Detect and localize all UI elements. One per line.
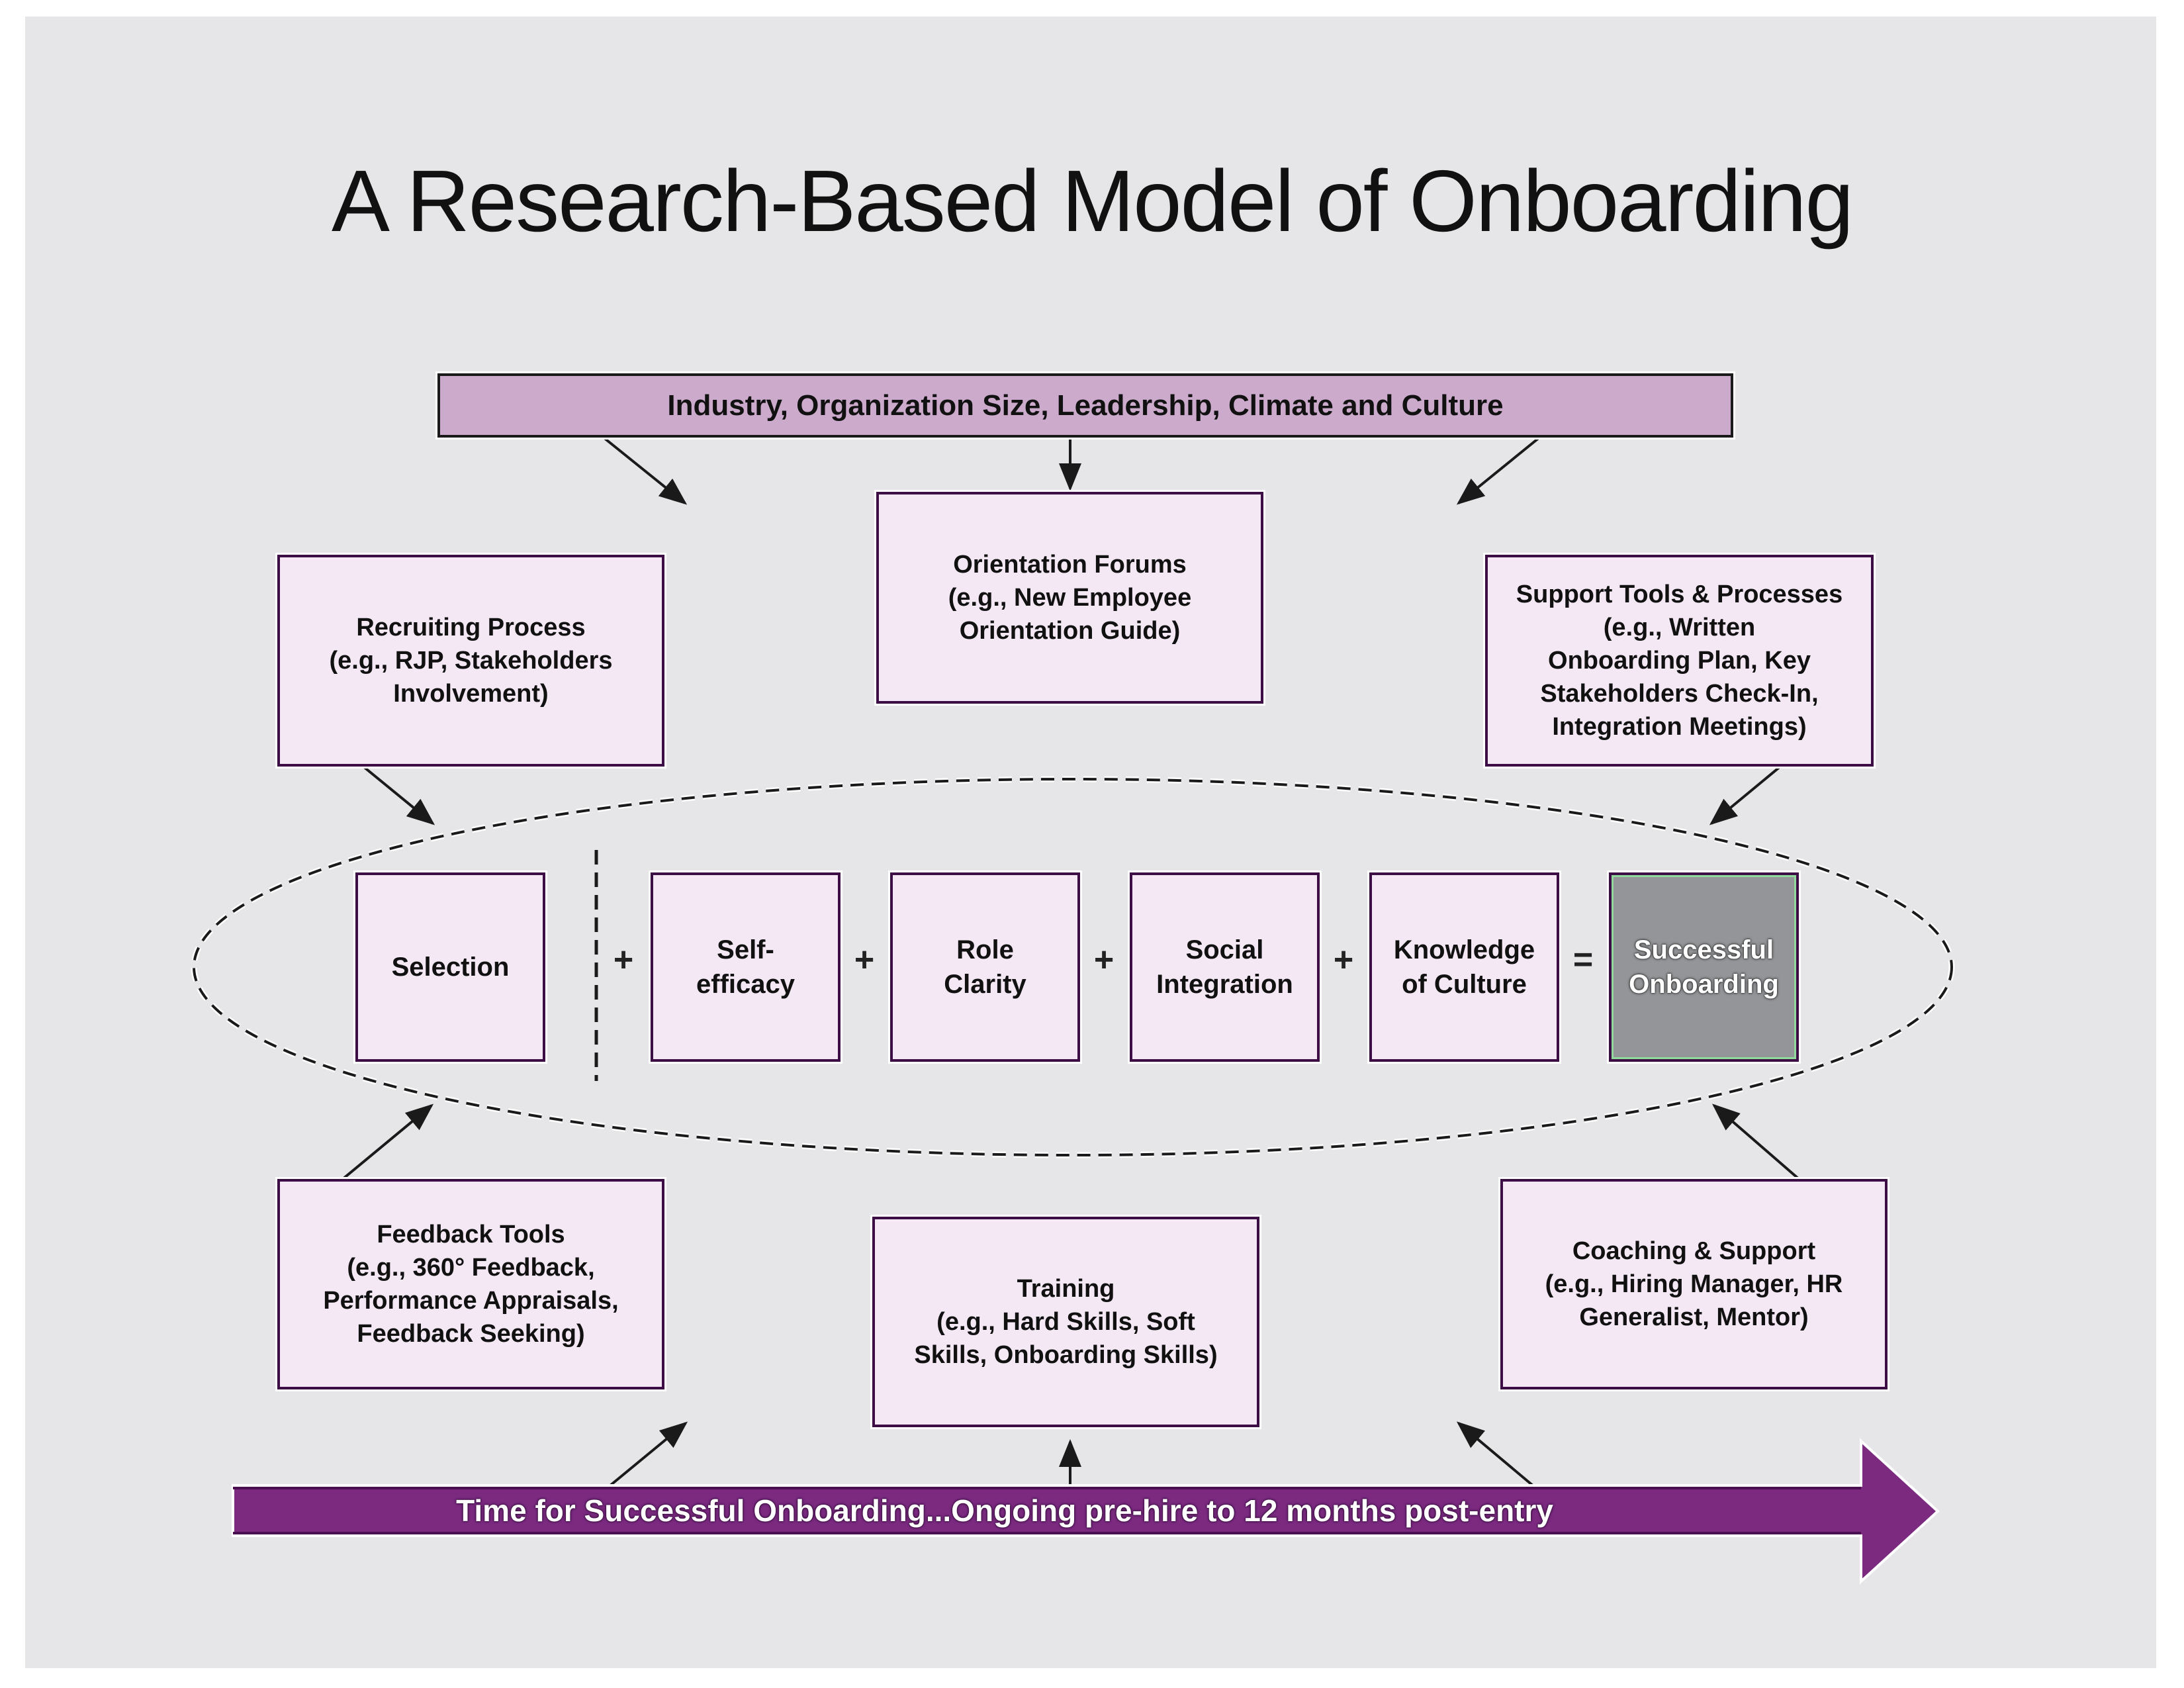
social-integration-box: Social Integration — [1128, 870, 1322, 1064]
successful-onboarding-box: Successful Onboarding — [1607, 870, 1801, 1064]
plus-sign: + — [613, 941, 634, 979]
context-banner: Industry, Organization Size, Leadership,… — [435, 371, 1735, 440]
knowledge-of-culture-label: Knowledge of Culture — [1393, 935, 1535, 999]
coaching-support-label: Coaching & Support (e.g., Hiring Manager… — [1545, 1237, 1843, 1331]
selection-label: Selection — [391, 953, 510, 982]
arrow-timeline-left — [609, 1421, 688, 1487]
timeline-label-wrap: Time for Successful Onboarding...Ongoing… — [233, 1485, 1553, 1536]
arrow-support — [1709, 765, 1782, 825]
role-clarity-box: Role Clarity — [888, 870, 1082, 1064]
arrow-feedback — [341, 1103, 434, 1180]
successful-onboarding-label: Successful Onboarding — [1629, 935, 1779, 999]
knowledge-of-culture-box: Knowledge of Culture — [1367, 870, 1561, 1064]
recruiting-process-label: Recruiting Process (e.g., RJP, Stakehold… — [329, 614, 613, 708]
social-integration-label: Social Integration — [1156, 935, 1293, 999]
support-tools-box: Support Tools & Processes (e.g., Written… — [1483, 553, 1876, 769]
coaching-support-box: Coaching & Support (e.g., Hiring Manager… — [1498, 1177, 1889, 1391]
role-clarity-label: Role Clarity — [944, 935, 1026, 999]
timeline-label: Time for Successful Onboarding...Ongoing… — [456, 1493, 1553, 1528]
equals-sign: = — [1572, 941, 1594, 979]
arrow-timeline-right — [1456, 1421, 1534, 1487]
orientation-forums-box: Orientation Forums (e.g., New Employee O… — [874, 490, 1265, 706]
training-box: Training (e.g., Hard Skills, Soft Skills… — [870, 1215, 1261, 1429]
self-efficacy-label: Self- efficacy — [696, 935, 795, 999]
orientation-forums-label: Orientation Forums (e.g., New Employee O… — [948, 551, 1192, 645]
plus-sign: + — [1333, 941, 1354, 979]
selection-box: Selection — [353, 870, 547, 1064]
self-efficacy-box: Self- efficacy — [649, 870, 842, 1064]
context-banner-label: Industry, Organization Size, Leadership,… — [667, 389, 1504, 422]
support-tools-label: Support Tools & Processes (e.g., Written… — [1516, 581, 1843, 741]
feedback-tools-label: Feedback Tools (e.g., 360° Feedback, Per… — [323, 1221, 619, 1348]
plus-sign: + — [854, 941, 875, 979]
plus-sign: + — [1093, 941, 1115, 979]
connectors-layer — [191, 436, 1955, 1585]
feedback-tools-box: Feedback Tools (e.g., 360° Feedback, Per… — [275, 1177, 666, 1391]
arrow-coaching — [1711, 1103, 1800, 1180]
arrow-recruiting — [362, 765, 435, 825]
recruiting-process-box: Recruiting Process (e.g., RJP, Stakehold… — [275, 553, 666, 769]
arrow-banner-right — [1456, 436, 1541, 505]
arrow-banner-left — [602, 436, 688, 505]
training-label: Training (e.g., Hard Skills, Soft Skills… — [914, 1275, 1218, 1369]
